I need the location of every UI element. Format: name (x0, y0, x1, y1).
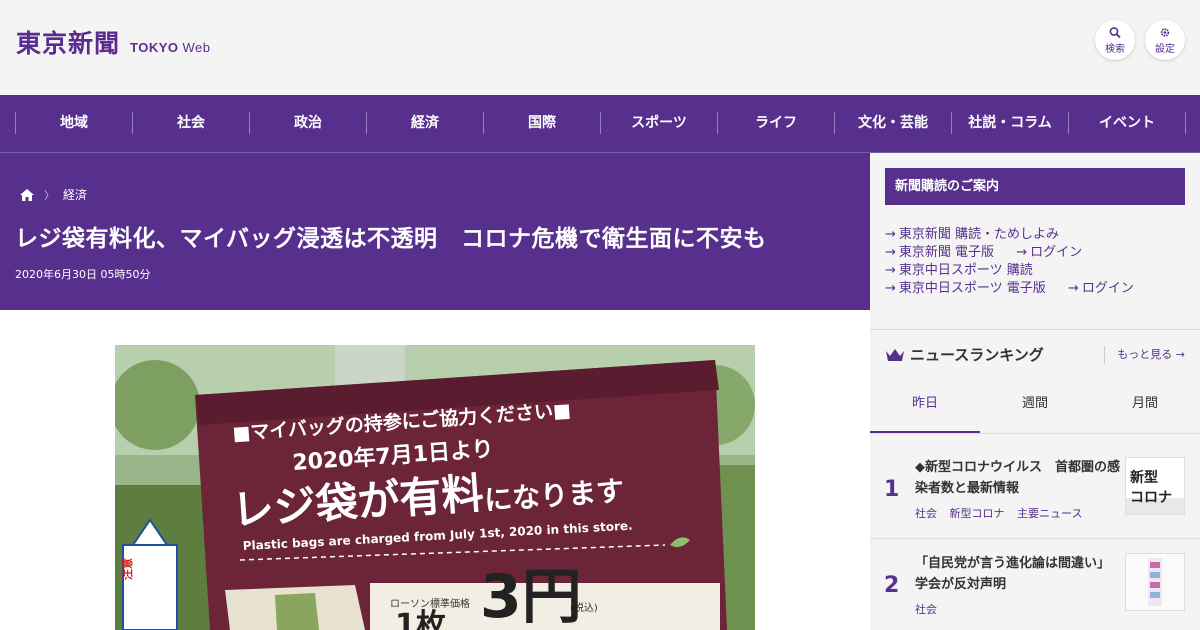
subscription-link[interactable]: 東京新聞 購読・ためしよみ (899, 227, 1059, 242)
site-header: 東京新聞 TOKYO Web 検索 設定 (0, 0, 1200, 95)
nav-divider (1185, 112, 1186, 134)
ranking-number: 2 (884, 573, 900, 598)
gear-icon (1160, 27, 1170, 37)
tab-weekly[interactable]: 週間 (980, 386, 1090, 433)
nav-item-chiiki[interactable]: 地域 (15, 112, 132, 134)
ranking-tabs: 昨日 週間 月間 (870, 386, 1200, 434)
subscription-links: → 東京新聞 購読・ためしよみ → 東京新聞 電子版 → ログイン → 東京中日スポーツ… (885, 226, 1134, 298)
nav-item-event[interactable]: イベント (1068, 112, 1185, 134)
tab-yesterday[interactable]: 昨日 (870, 386, 980, 433)
subscription-link[interactable]: 東京中日スポーツ 購読 (899, 263, 1033, 278)
tag[interactable]: 社会 (915, 507, 937, 520)
ranking-title: ニュースランキング (910, 346, 1044, 364)
nav-item-editorial[interactable]: 社説・コラム (951, 112, 1068, 134)
login-link[interactable]: ログイン (1030, 245, 1082, 260)
nav-item-life[interactable]: ライフ (717, 112, 834, 134)
logo-english: TOKYO Web (130, 40, 211, 55)
search-label: 検索 (1105, 43, 1125, 55)
arrow-right-icon: → (1067, 281, 1079, 296)
ranking-item[interactable]: 2 「自民党が言う進化論は間違い」 学会が反対声明 社会 (870, 543, 1200, 630)
breadcrumb: 〉 経済 (20, 186, 87, 203)
ranking-tags: 社会 (915, 601, 946, 617)
settings-button[interactable]: 設定 (1145, 20, 1185, 60)
ranking-thumbnail[interactable]: 新型 コロナ (1125, 457, 1185, 515)
article-header: 〉 経済 レジ袋有料化、マイバッグ浸透は不透明 コロナ危機で衛生面に不安も 20… (0, 153, 870, 310)
tag[interactable]: 主要ニュース (1017, 507, 1082, 520)
ranking-divider (870, 538, 1200, 539)
thumbnail-text: 新型 (1130, 469, 1158, 486)
search-button[interactable]: 検索 (1095, 20, 1135, 60)
article-body: ■マイバッグの持参にご協力ください■ 2020年7月1日より レジ袋が有料 にな… (0, 310, 870, 630)
ranking-item-title[interactable]: 「自民党が言う進化論は間違い」 学会が反対声明 (915, 553, 1120, 595)
chevron-right-icon: 〉 (44, 188, 55, 202)
subscription-link-row: → 東京中日スポーツ 電子版 → ログイン (885, 280, 1134, 298)
ranking-more-link[interactable]: もっと見る → (1104, 346, 1185, 364)
subscription-link-row: → 東京新聞 購読・ためしよみ (885, 226, 1134, 244)
ranking-item[interactable]: 1 ◆新型コロナウイルス 首都圏の感染者数と最新情報 社会 新型コロナ 主要ニュ… (870, 447, 1200, 539)
main-nav: 地域 社会 政治 経済 国際 スポーツ ライフ 文化・芸能 社説・コラム イベン… (0, 95, 1200, 153)
tag[interactable]: 社会 (915, 603, 937, 616)
nav-item-seiji[interactable]: 政治 (249, 112, 366, 134)
subscription-title: 新聞購読のご案内 (885, 168, 1185, 205)
article-date: 2020年6月30日 05時50分 (15, 268, 151, 281)
arrow-right-icon: → (885, 245, 896, 260)
crown-icon (886, 349, 904, 361)
ranking-thumbnail[interactable] (1125, 553, 1185, 611)
sign-caution: 注意 (120, 558, 134, 580)
nav-item-sports[interactable]: スポーツ (600, 112, 717, 134)
subscription-link-row: → 東京中日スポーツ 購読 (885, 262, 1134, 280)
sidebar: 新聞購読のご案内 → 東京新聞 購読・ためしよみ → 東京新聞 電子版 → ログイン … (870, 153, 1200, 630)
sign-price-b: 3円 (480, 562, 582, 630)
login-link[interactable]: ログイン (1082, 281, 1134, 296)
home-icon[interactable] (20, 188, 34, 201)
arrow-right-icon: → (1016, 245, 1028, 260)
arrow-right-icon: → (1175, 348, 1185, 361)
sidebar-divider (870, 329, 1200, 330)
arrow-right-icon: → (885, 263, 896, 278)
settings-label: 設定 (1155, 43, 1175, 55)
subscription-link[interactable]: 東京中日スポーツ 電子版 (899, 281, 1046, 296)
site-logo[interactable]: 東京新聞 TOKYO Web (16, 24, 211, 60)
ranking-item-title[interactable]: ◆新型コロナウイルス 首都圏の感染者数と最新情報 (915, 457, 1120, 499)
arrow-right-icon: → (885, 281, 896, 296)
search-icon (1109, 26, 1121, 38)
nav-item-culture[interactable]: 文化・芸能 (834, 112, 951, 134)
subscription-link[interactable]: 東京新聞 電子版 (899, 245, 994, 260)
breadcrumb-section[interactable]: 経済 (63, 186, 87, 203)
tab-monthly[interactable]: 月間 (1090, 386, 1200, 433)
subscription-link-row: → 東京新聞 電子版 → ログイン (885, 244, 1134, 262)
thumbnail-image (1126, 554, 1184, 610)
article-title: レジ袋有料化、マイバッグ浸透は不透明 コロナ危機で衛生面に不安も (15, 226, 767, 252)
photo-illustration: ■マイバッグの持参にご協力ください■ 2020年7月1日より レジ袋が有料 にな… (115, 345, 755, 630)
nav-item-shakai[interactable]: 社会 (132, 112, 249, 134)
ranking-tags: 社会 新型コロナ 主要ニュース (915, 505, 1091, 521)
arrow-right-icon: → (885, 227, 896, 242)
sign-price-a: 1枚 (395, 608, 446, 630)
thumbnail-text-2: コロナ (1130, 490, 1172, 506)
nav-item-kokusai[interactable]: 国際 (483, 112, 600, 134)
tag[interactable]: 新型コロナ (950, 507, 1005, 520)
nav-item-keizai[interactable]: 経済 (366, 112, 483, 134)
article-photo[interactable]: ■マイバッグの持参にご協力ください■ 2020年7月1日より レジ袋が有料 にな… (115, 345, 755, 630)
logo-japanese: 東京新聞 (16, 29, 121, 58)
ranking-number: 1 (884, 477, 900, 502)
ranking-header: ニュースランキング もっと見る → (885, 343, 1185, 367)
nav-list: 地域 社会 政治 経済 国際 スポーツ ライフ 文化・芸能 社説・コラム イベン… (15, 112, 1185, 136)
thumbnail-image: 新型 コロナ (1126, 458, 1184, 514)
